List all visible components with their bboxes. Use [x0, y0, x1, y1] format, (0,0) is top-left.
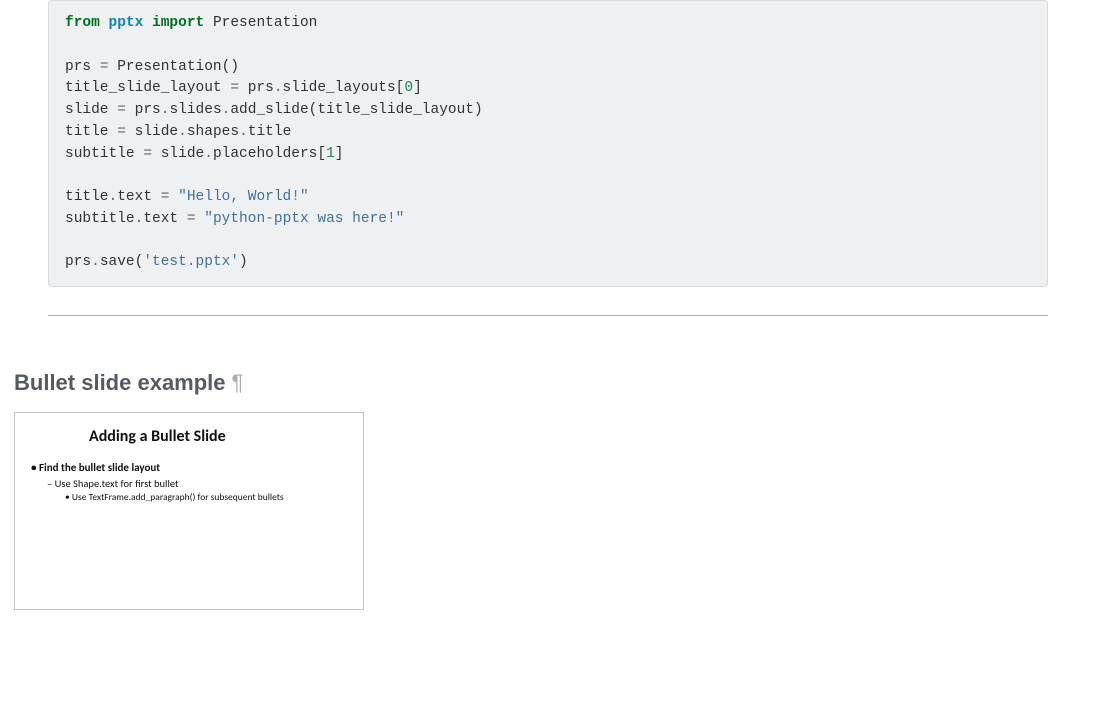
code-text: title_slide_layout [65, 80, 230, 96]
operator: = [230, 80, 239, 96]
operator: = [100, 59, 109, 75]
section-heading: Bullet slide example¶ [14, 370, 1096, 396]
code-text: text [117, 189, 161, 205]
string-literal: "python-pptx was here!" [204, 211, 404, 227]
code-text: prs [65, 59, 100, 75]
permalink-icon[interactable]: ¶ [232, 370, 244, 395]
operator: = [143, 146, 152, 162]
code-text: slide [152, 146, 204, 162]
code-text: prs [126, 102, 161, 118]
code-text: title [65, 189, 109, 205]
code-text: save( [100, 254, 144, 270]
section-divider [48, 315, 1048, 316]
dot: . [239, 124, 248, 140]
operator: = [117, 124, 126, 140]
dot: . [91, 254, 100, 270]
code-text: prs [65, 254, 91, 270]
int-literal: 1 [326, 146, 335, 162]
code-text: placeholders[ [213, 146, 326, 162]
code-text: ] [335, 146, 344, 162]
code-text: slides [169, 102, 221, 118]
code-text: ] [413, 80, 422, 96]
dot: . [274, 80, 283, 96]
slide-title: Adding a Bullet Slide [89, 427, 351, 446]
slide-bullets: Find the bullet slide layout Use Shape.t… [27, 460, 351, 505]
code-text: Presentation() [109, 59, 240, 75]
bullet-level-3: Use TextFrame.add_paragraph() for subseq… [27, 491, 351, 505]
code-text: text [143, 211, 187, 227]
dot: . [178, 124, 187, 140]
string-literal: 'test.pptx' [143, 254, 239, 270]
code-text: subtitle [65, 146, 143, 162]
dot: . [204, 146, 213, 162]
int-literal: 0 [404, 80, 413, 96]
module-name: pptx [109, 15, 144, 31]
code-text: slide [126, 124, 178, 140]
bullet-level-2: Use Shape.text for first bullet [27, 476, 351, 491]
slide-preview: Adding a Bullet Slide Find the bullet sl… [14, 412, 364, 610]
code-text: shapes [187, 124, 239, 140]
bullet-level-1: Find the bullet slide layout [27, 460, 351, 476]
code-text: slide [65, 102, 117, 118]
code-text: slide_layouts[ [283, 80, 405, 96]
code-text: add_slide(title_slide_layout) [230, 102, 482, 118]
operator: = [117, 102, 126, 118]
code-text: prs [239, 80, 274, 96]
code-text: title [65, 124, 117, 140]
operator: = [161, 189, 170, 205]
code-text: ) [239, 254, 248, 270]
code-text: subtitle [65, 211, 135, 227]
code-text: title [248, 124, 292, 140]
operator: = [187, 211, 196, 227]
keyword-from: from [65, 15, 100, 31]
heading-text: Bullet slide example [14, 370, 226, 395]
dot: . [109, 189, 118, 205]
identifier: Presentation [213, 15, 317, 31]
code-block: from pptx import Presentation prs = Pres… [48, 0, 1048, 287]
keyword-import: import [152, 15, 204, 31]
string-literal: "Hello, World!" [178, 189, 309, 205]
